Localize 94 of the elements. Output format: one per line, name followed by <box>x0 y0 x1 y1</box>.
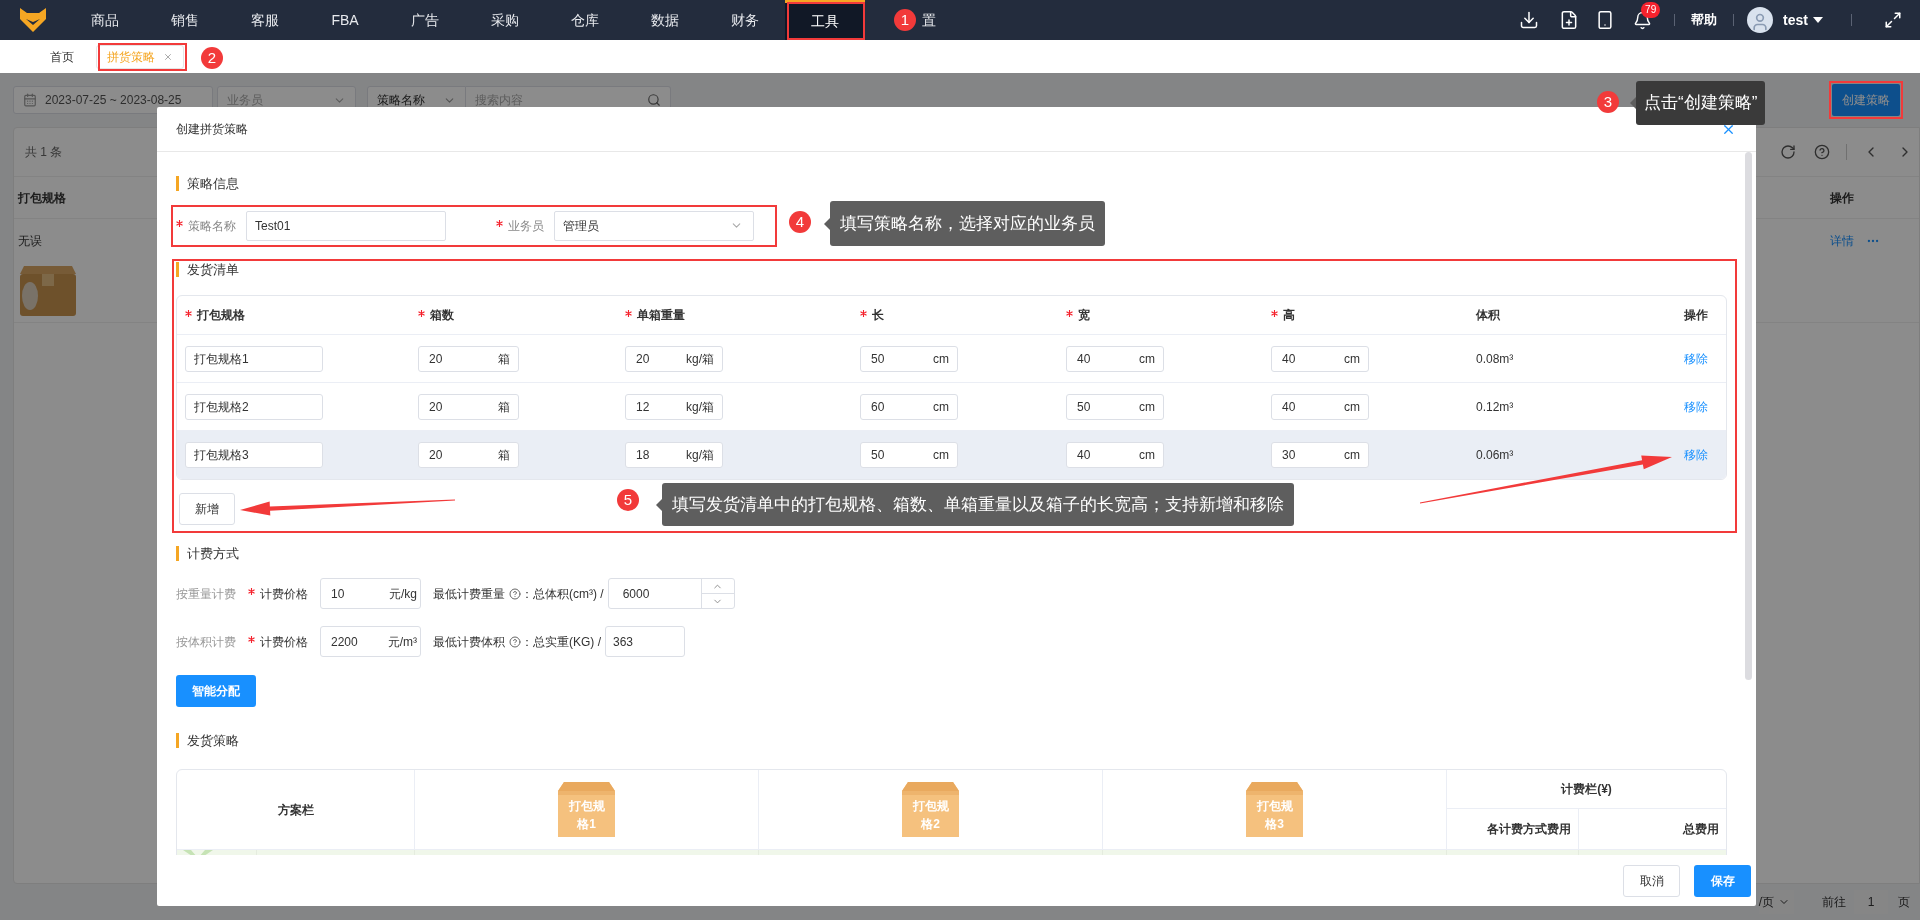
tooltip-pointer <box>824 217 830 230</box>
unit-field[interactable]: 40 cm <box>1271 345 1369 372</box>
unit-field[interactable]: 18 kg/箱 <box>625 442 723 468</box>
unit-field[interactable]: 50 cm <box>860 345 958 372</box>
input-field[interactable]: 打包规格3 <box>185 442 323 468</box>
notification-badge: 79 <box>1641 1 1661 18</box>
unit-field[interactable]: 50 cm <box>1066 393 1164 420</box>
field-label: 最低计费体积 <box>433 633 505 651</box>
table-cell-text: 无误 <box>17 233 42 250</box>
caret-icon[interactable] <box>1813 17 1823 23</box>
scrollbar[interactable] <box>1745 152 1752 680</box>
field-label: 最低计费重量 <box>433 585 505 603</box>
nav-item[interactable]: FBA <box>305 0 385 40</box>
refresh-icon[interactable] <box>1780 144 1796 160</box>
help-link[interactable]: 帮助 <box>1691 10 1718 30</box>
column-header: 打包规格 <box>17 189 66 207</box>
field-label: 计费价格 <box>260 633 308 651</box>
unit-field[interactable]: 40 cm <box>1271 393 1369 420</box>
volume-text: 0.06m³ <box>1476 447 1514 464</box>
nav-item[interactable]: 数据 <box>625 0 705 40</box>
column-header: 体积 <box>1476 307 1500 324</box>
total-count: 共 1 条 <box>25 144 63 161</box>
help-icon[interactable] <box>1814 144 1830 160</box>
unit-field[interactable]: 30 cm <box>1271 442 1369 468</box>
cancel-button[interactable]: 取消 <box>1623 864 1680 897</box>
unit-field[interactable]: 12 kg/箱 <box>625 393 723 420</box>
column-header: 高 <box>1283 307 1295 324</box>
nav-item[interactable]: 财务 <box>705 0 785 40</box>
tooltip-pointer <box>656 498 662 511</box>
select-field[interactable]: 管理员 <box>554 210 754 241</box>
unit-field[interactable]: 40 cm <box>1066 345 1164 372</box>
nav-item[interactable]: 广告 <box>385 0 465 40</box>
column-header: 各计费方式费用 <box>1487 821 1571 838</box>
billing-mode: 按重量计费 <box>176 585 237 603</box>
input-field[interactable]: Test01 <box>246 210 446 241</box>
unit-field[interactable]: 2200 元/m³ <box>320 626 421 657</box>
search-icon[interactable] <box>647 93 661 107</box>
column-header: 方案栏 <box>277 801 314 819</box>
page-tab[interactable]: 首页 <box>50 44 74 69</box>
input-field[interactable]: 打包规格2 <box>185 393 323 420</box>
formula-text: ：总实重(KG) / <box>521 633 601 651</box>
package-tag: 打包规格3 <box>1246 782 1303 837</box>
date-range-field[interactable]: 2023-07-25 ~ 2023-08-25 <box>13 86 213 114</box>
step-number: 3 <box>1597 91 1619 113</box>
column-header: 操作 <box>1829 189 1855 207</box>
number-field[interactable]: 363 <box>605 626 685 657</box>
unit-field[interactable]: 50 cm <box>860 442 958 468</box>
help-icon[interactable] <box>509 587 521 600</box>
unit-field[interactable]: 10 元/kg <box>320 578 421 609</box>
fox-logo[interactable] <box>19 8 46 32</box>
unit-field[interactable]: 20 kg/箱 <box>625 345 723 372</box>
add-button[interactable]: 新增 <box>179 493 235 525</box>
nav-item[interactable]: 商品 <box>65 0 145 40</box>
nav-item[interactable]: 仓库 <box>545 0 625 40</box>
unit-field[interactable]: 20 箱 <box>418 345 519 372</box>
unit-field[interactable]: 40 cm <box>1066 442 1164 468</box>
section-heading: 策略信息 <box>176 176 239 191</box>
column-header: 操作 <box>1684 307 1708 324</box>
unit-field[interactable]: 60 cm <box>860 393 958 420</box>
modal-title: 创建拼货策略 <box>176 121 248 138</box>
column-header: 打包规格 <box>197 307 245 324</box>
unit-field[interactable]: 20 箱 <box>418 442 519 468</box>
column-header: 计费栏(¥) <box>1561 781 1612 798</box>
field-label: 业务员 <box>508 217 544 235</box>
formula-text: ：总体积(cm³) / <box>521 585 604 603</box>
unit-field[interactable]: 20 箱 <box>418 393 519 420</box>
column-header: 总费用 <box>1683 821 1719 838</box>
tooltip-pointer <box>1630 97 1636 109</box>
column-header: 箱数 <box>430 307 454 324</box>
input-field[interactable]: 打包规格1 <box>185 345 323 372</box>
download-icon[interactable] <box>1519 10 1540 30</box>
user-name[interactable]: test <box>1783 9 1808 31</box>
section-heading: 计费方式 <box>176 546 239 561</box>
package-tag: 打包规格2 <box>902 782 959 837</box>
billing-mode: 按体积计费 <box>176 633 237 651</box>
nav-item[interactable]: 销售 <box>145 0 225 40</box>
column-header: 单箱重量 <box>637 307 685 324</box>
nav-item[interactable]: 采购 <box>465 0 545 40</box>
avatar[interactable] <box>1747 7 1774 33</box>
nav-item[interactable]: 置 <box>922 0 936 40</box>
goto-label: 前往 <box>1822 894 1846 911</box>
calendar-icon <box>23 93 37 107</box>
volume-text: 0.12m³ <box>1476 398 1514 416</box>
fullscreen-icon[interactable] <box>1884 11 1902 29</box>
volume-text: 0.08m³ <box>1476 350 1514 368</box>
field-label: 策略名称 <box>188 217 236 235</box>
field-label: 计费价格 <box>260 585 308 603</box>
nav-item[interactable]: 客服 <box>225 0 305 40</box>
help-icon[interactable] <box>509 635 521 648</box>
page-label: 页 <box>1898 894 1910 911</box>
column-header: 宽 <box>1078 307 1090 324</box>
column-header: 长 <box>872 307 884 324</box>
section-heading: 发货策略 <box>176 733 239 748</box>
package-tag: 打包规格1 <box>558 782 615 837</box>
